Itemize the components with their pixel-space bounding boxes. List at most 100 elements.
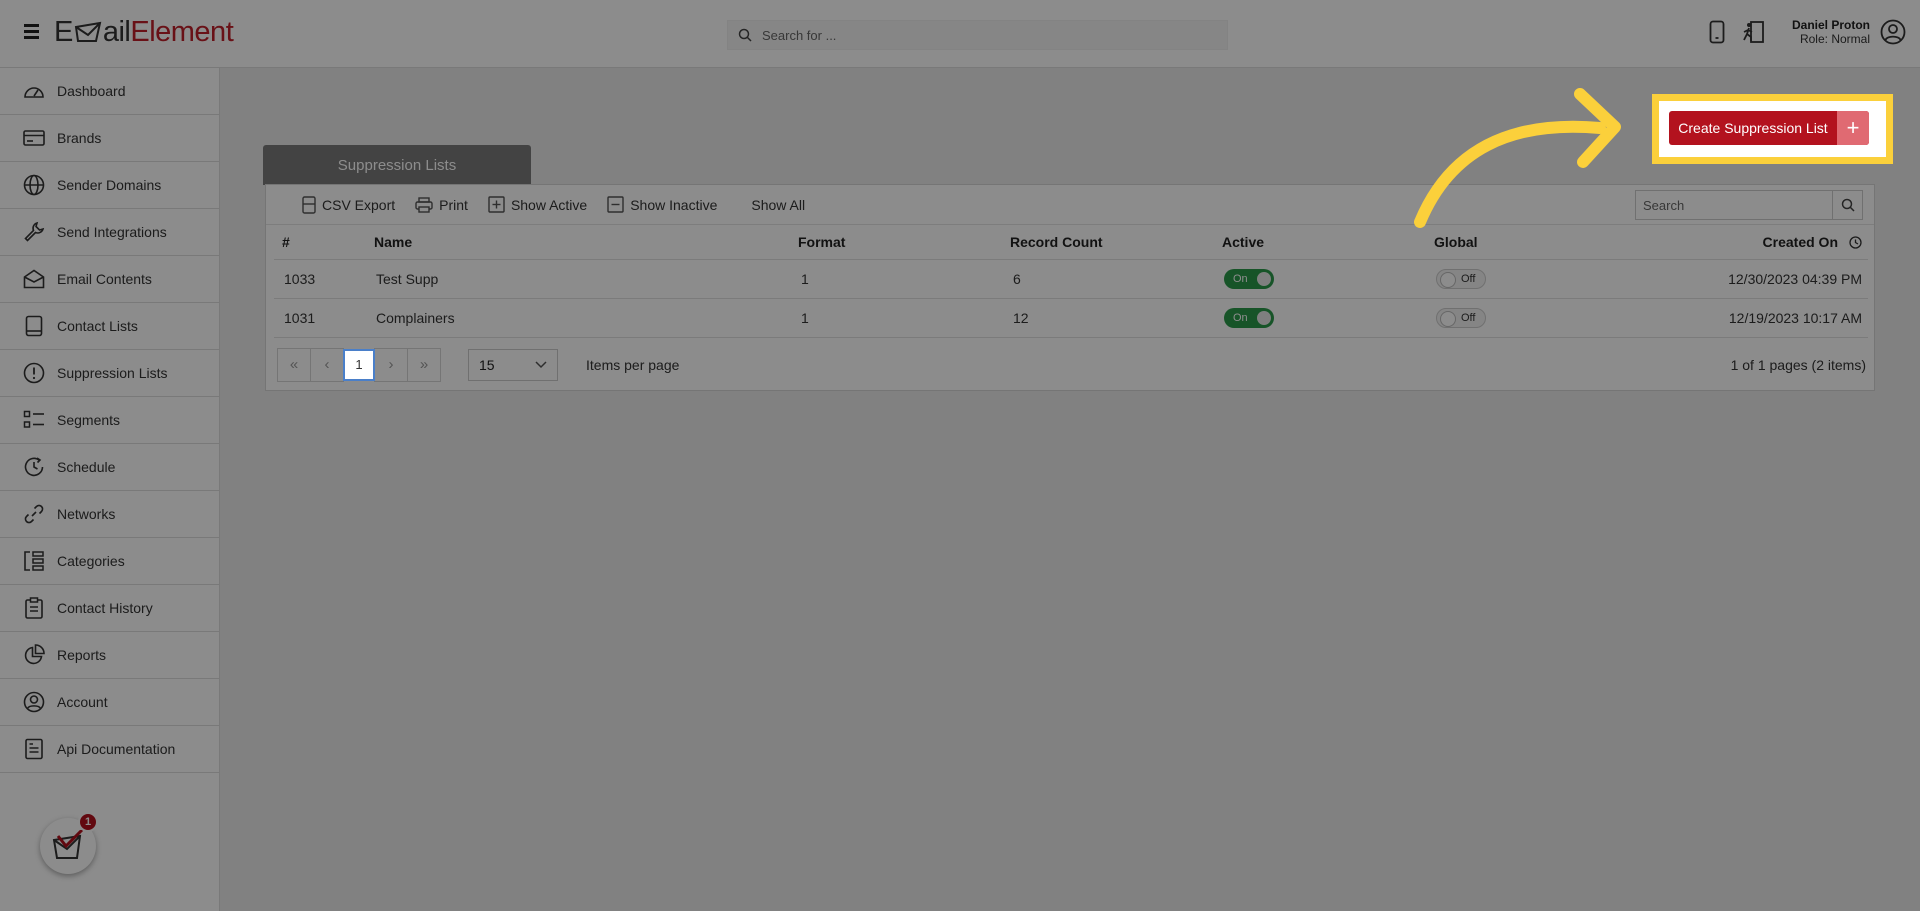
column-header-created-on[interactable]: Created On	[1646, 225, 1868, 260]
pager-prev-button[interactable]: ‹	[310, 347, 344, 382]
sidebar-item-categories[interactable]: Categories	[0, 538, 219, 585]
pager-summary: 1 of 1 pages (2 items)	[1730, 356, 1866, 373]
sidebar-item-networks[interactable]: Networks	[0, 491, 219, 538]
user-role: Role: Normal	[1799, 32, 1870, 46]
sidebar-item-label: Sender Domains	[57, 177, 162, 193]
table-row[interactable]: 1031 Complainers 1 12 On Off 12/19/2023 …	[274, 298, 1868, 338]
print-button[interactable]: Print	[415, 197, 468, 213]
cell-name: Test Supp	[374, 259, 798, 299]
create-button-highlight: Create Suppression List +	[1652, 94, 1893, 164]
pager-page-1[interactable]: 1	[343, 348, 375, 381]
user-name: Daniel Proton	[1791, 18, 1870, 32]
column-header-format[interactable]: Format	[798, 225, 1010, 260]
sidebar-item-api-documentation[interactable]: Api Documentation	[0, 726, 219, 773]
globe-icon	[22, 173, 46, 197]
chevron-down-icon	[535, 360, 547, 368]
active-toggle[interactable]: On	[1224, 307, 1274, 328]
sidebar-item-label: Schedule	[57, 459, 116, 475]
clipboard-icon	[22, 596, 46, 620]
cell-created-on: 12/19/2023 10:17 AM	[1646, 298, 1868, 338]
sidebar-item-brands[interactable]: Brands	[0, 115, 219, 162]
column-header-record-count[interactable]: Record Count	[1010, 225, 1222, 260]
sidebar-item-email-contents[interactable]: Email Contents	[0, 256, 219, 303]
sidebar-item-label: Networks	[57, 506, 116, 522]
sidebar-item-label: Account	[57, 694, 108, 710]
csv-icon	[302, 195, 316, 214]
sidebar-item-label: Dashboard	[57, 83, 126, 99]
plus-square-icon	[488, 196, 505, 213]
document-icon	[22, 737, 46, 761]
panel-title: Suppression Lists	[263, 145, 531, 185]
categories-icon	[22, 549, 46, 573]
items-per-page-label: Items per page	[586, 356, 680, 373]
hamburger-menu-icon[interactable]	[24, 24, 39, 39]
show-all-button[interactable]: Show All	[751, 197, 805, 213]
pager-first-button[interactable]: «	[277, 347, 311, 382]
sidebar-item-label: Contact History	[57, 600, 153, 616]
exit-icon[interactable]	[1741, 18, 1765, 46]
page-size-select[interactable]: 15	[468, 348, 558, 381]
user-avatar-icon[interactable]	[1880, 19, 1906, 48]
segments-icon	[22, 408, 46, 432]
sidebar-item-label: Suppression Lists	[57, 365, 168, 381]
show-active-button[interactable]: Show Active	[488, 196, 587, 213]
pie-icon	[22, 643, 46, 667]
global-search[interactable]	[727, 20, 1228, 50]
sidebar-item-suppression-lists[interactable]: Suppression Lists	[0, 350, 219, 397]
cell-name: Complainers	[374, 298, 798, 338]
show-inactive-button[interactable]: Show Inactive	[607, 196, 717, 213]
column-header-name[interactable]: Name	[374, 225, 798, 260]
sidebar-item-sender-domains[interactable]: Sender Domains	[0, 162, 219, 209]
global-search-input[interactable]	[762, 27, 1227, 43]
grid-search-input[interactable]	[1636, 191, 1832, 219]
printer-icon	[415, 196, 433, 213]
notification-count-badge: 1	[78, 812, 98, 832]
sidebar-item-segments[interactable]: Segments	[0, 397, 219, 444]
sidebar-item-label: Email Contents	[57, 271, 152, 287]
sidebar-item-reports[interactable]: Reports	[0, 632, 219, 679]
suppression-table: # Name Format Record Count Active Global…	[274, 225, 1868, 338]
active-toggle[interactable]: On	[1224, 268, 1274, 289]
sidebar-item-dashboard[interactable]: Dashboard	[0, 68, 219, 115]
plus-icon: +	[1837, 111, 1869, 145]
envelope-logo-icon	[74, 21, 102, 42]
sidebar-item-contact-history[interactable]: Contact History	[0, 585, 219, 632]
brands-icon	[22, 126, 46, 150]
envelope-icon	[22, 267, 46, 291]
global-toggle[interactable]: Off	[1436, 307, 1486, 328]
global-toggle[interactable]: Off	[1436, 268, 1486, 289]
cell-id: 1031	[274, 298, 374, 338]
user-circle-icon	[22, 690, 46, 714]
logo-letter: E	[54, 16, 73, 48]
alert-icon	[22, 361, 46, 385]
link-icon	[22, 502, 46, 526]
column-header-id[interactable]: #	[274, 225, 374, 260]
sidebar-item-label: Reports	[57, 647, 107, 663]
sidebar-item-schedule[interactable]: Schedule	[0, 444, 219, 491]
csv-export-button[interactable]: CSV Export	[302, 195, 395, 214]
sidebar-item-label: Api Documentation	[57, 741, 176, 757]
sidebar-item-account[interactable]: Account	[0, 679, 219, 726]
pager-last-button[interactable]: »	[407, 347, 441, 382]
grid-search-button[interactable]	[1832, 191, 1862, 219]
sidebar-item-send-integrations[interactable]: Send Integrations	[0, 209, 219, 256]
sidebar-item-label: Segments	[57, 412, 121, 428]
grid-search[interactable]	[1635, 190, 1863, 220]
show-active-label: Show Active	[510, 196, 588, 213]
envelope-check-icon	[52, 830, 84, 859]
book-icon	[22, 314, 46, 338]
table-row[interactable]: 1033 Test Supp 1 6 On Off 12/30/2023 04:…	[274, 259, 1868, 299]
logo-text-mail: ail	[102, 16, 131, 48]
cell-record-count: 6	[1010, 259, 1222, 299]
search-icon	[728, 28, 762, 42]
app-logo[interactable]: E ail Element	[54, 16, 234, 49]
mobile-icon[interactable]	[1705, 18, 1729, 46]
create-suppression-list-button[interactable]: Create Suppression List +	[1669, 111, 1869, 145]
main-content: Suppression Lists CSV Export Print Show …	[220, 68, 1920, 911]
sidebar-item-label: Categories	[57, 553, 125, 569]
cell-record-count: 12	[1010, 298, 1222, 338]
user-info[interactable]: Daniel Proton Role: Normal	[1770, 18, 1870, 46]
pager-next-button[interactable]: ›	[374, 347, 408, 382]
sidebar-item-contact-lists[interactable]: Contact Lists	[0, 303, 219, 350]
search-icon	[1841, 198, 1855, 212]
